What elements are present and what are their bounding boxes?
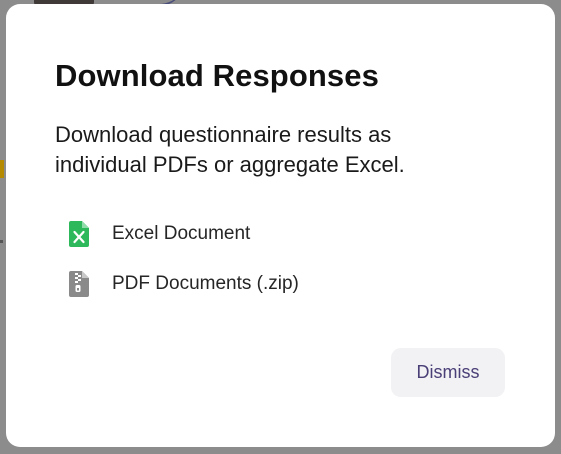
pdf-documents-option[interactable]: PDF Documents (.zip) [68,269,299,299]
dialog-description: Download questionnaire results as indivi… [55,122,405,177]
zip-file-icon [68,270,90,298]
background-fragment [0,240,3,243]
excel-file-icon [68,220,90,248]
pdf-documents-label: PDF Documents (.zip) [112,273,299,294]
download-responses-dialog: Download Responses Download questionnair… [6,4,555,447]
excel-document-label: Excel Document [112,223,251,244]
background-fragment [0,160,4,178]
excel-document-option[interactable]: Excel Document [68,219,250,249]
dismiss-button[interactable]: Dismiss [391,348,505,397]
dialog-title: Download Responses [55,58,379,93]
